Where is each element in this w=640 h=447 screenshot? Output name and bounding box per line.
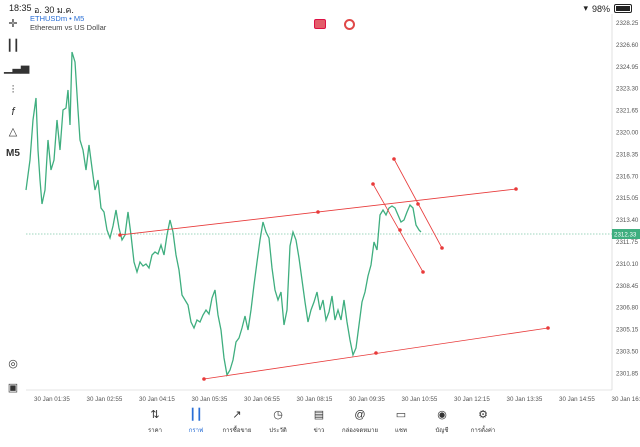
trendline-handle[interactable] — [316, 210, 320, 214]
price-tick-label: 2320.00 — [616, 130, 639, 137]
time-tick-label: 30 Jan 08:15 — [297, 396, 333, 403]
nav-item-trade[interactable]: ↗ การซื้อขาย — [217, 408, 257, 435]
price-tick-label: 2318.35 — [616, 151, 639, 158]
price-tick-label: 2310.10 — [616, 261, 639, 268]
trendline-handle[interactable] — [514, 187, 518, 191]
price-tick-label: 2303.50 — [616, 349, 639, 356]
nav-item-settings[interactable]: ⚙ การตั้งค่า — [463, 408, 503, 435]
nav-item-label: ราคา — [148, 428, 162, 434]
price-tick-label: 2315.05 — [616, 195, 639, 202]
time-tick-label: 30 Jan 04:15 — [139, 396, 175, 403]
trendline-handle[interactable] — [371, 182, 375, 186]
price-line — [25, 51, 422, 377]
trendline-handle[interactable] — [416, 202, 420, 206]
time-tick-label: 30 Jan 10:55 — [402, 396, 438, 403]
trendline-handle[interactable] — [398, 228, 402, 232]
trendline-handle[interactable] — [118, 233, 122, 237]
price-tick-label: 2308.45 — [616, 283, 639, 290]
settings-icon: ⚙ — [478, 409, 488, 421]
time-tick-label: 30 Jan 14:55 — [559, 396, 595, 403]
time-tick-label: 30 Jan 01:35 — [34, 396, 70, 403]
history-icon: ◷ — [273, 409, 283, 421]
price-tick-label: 2301.85 — [616, 370, 639, 377]
chart-icon: ┃┃ — [189, 409, 203, 421]
time-tick-label: 30 Jan 16:15 — [612, 396, 640, 403]
account-icon: ◉ — [437, 409, 447, 421]
nav-item-label: การตั้งค่า — [470, 428, 496, 434]
nav-item-chart[interactable]: ┃┃ กราฟ — [176, 408, 216, 435]
bottom-navigation: ⇅ ราคา ┃┃ กราฟ ↗ การซื้อขาย ◷ ประวัติ ▤ ข่าว @ กล่อ… — [0, 404, 640, 447]
news-icon: ▤ — [313, 409, 325, 421]
chat-icon: ▭ — [395, 409, 407, 421]
nav-item-label: บัญชี — [435, 428, 449, 434]
price-tick-label: 2321.65 — [616, 108, 639, 115]
price-tick-label: 2316.70 — [616, 173, 639, 180]
nav-item-label: แชท — [395, 428, 407, 434]
current-price-label: 2312.33 — [614, 232, 637, 239]
time-tick-label: 30 Jan 13:35 — [507, 396, 543, 403]
trendline-handle[interactable] — [202, 377, 206, 381]
trade-icon: ↗ — [232, 409, 242, 421]
price-tick-label: 2305.15 — [616, 327, 639, 334]
price-axis: 2328.25 2326.60 2324.95 2323.30 2321.65 2320.… — [26, 14, 639, 391]
nav-item-history[interactable]: ◷ ประวัติ — [258, 408, 298, 435]
quotes-icon: ⇅ — [150, 409, 160, 421]
trendlines[interactable] — [118, 157, 550, 381]
trendline-handle[interactable] — [421, 270, 425, 274]
price-tick-label: 2323.30 — [616, 86, 639, 93]
mailbox-icon: @ — [354, 409, 366, 421]
nav-item-mailbox[interactable]: @ กล่องจดหมาย — [340, 408, 380, 435]
time-tick-label: 30 Jan 09:35 — [349, 396, 385, 403]
price-tick-label: 2311.75 — [616, 239, 638, 246]
price-tick-label: 2324.95 — [616, 64, 639, 71]
nav-item-news[interactable]: ▤ ข่าว — [299, 408, 339, 435]
price-tick-label: 2306.80 — [616, 305, 639, 312]
trendline-handle[interactable] — [440, 246, 444, 250]
trendline-handle[interactable] — [374, 351, 378, 355]
price-tick-label: 2326.60 — [616, 42, 639, 49]
trendline-handle[interactable] — [392, 157, 396, 161]
nav-item-chat[interactable]: ▭ แชท — [381, 408, 421, 435]
nav-item-label: กล่องจดหมาย — [341, 428, 379, 434]
short-trendline-1[interactable] — [372, 183, 424, 273]
price-tick-label: 2313.40 — [616, 217, 639, 224]
time-tick-label: 30 Jan 05:35 — [192, 396, 228, 403]
price-chart[interactable]: 2328.25 2326.60 2324.95 2323.30 2321.65 2320.… — [0, 0, 640, 404]
nav-item-quotes[interactable]: ⇅ ราคา — [135, 408, 175, 435]
nav-item-label: กราฟ — [188, 428, 204, 434]
time-tick-label: 30 Jan 02:55 — [87, 396, 123, 403]
nav-item-label: ประวัติ — [269, 428, 287, 434]
time-tick-label: 30 Jan 12:15 — [454, 396, 490, 403]
nav-item-label: ข่าว — [313, 428, 325, 434]
time-axis: 30 Jan 01:35 30 Jan 02:55 30 Jan 04:15 30 J… — [34, 396, 640, 403]
nav-item-account[interactable]: ◉ บัญชี — [422, 408, 462, 435]
nav-item-label: การซื้อขาย — [222, 428, 252, 434]
time-tick-label: 30 Jan 06:55 — [244, 396, 280, 403]
price-tick-label: 2328.25 — [616, 20, 639, 27]
trendline-handle[interactable] — [546, 326, 550, 330]
